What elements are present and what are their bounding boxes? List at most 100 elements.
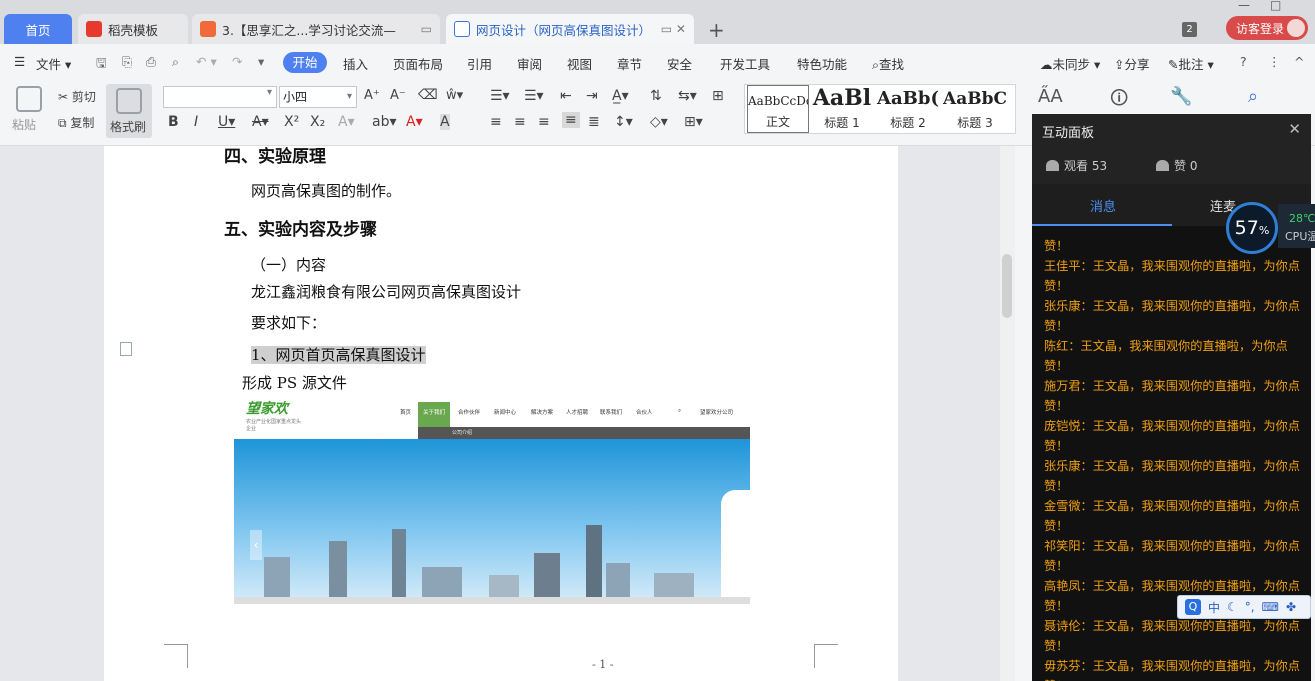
screen-icon[interactable]: ▭ ✕ <box>661 22 686 36</box>
phonetic-icon[interactable]: ŵ▾ <box>446 88 463 103</box>
vertical-scrollbar[interactable] <box>1000 146 1015 681</box>
like-count[interactable]: 赞 0 <box>1156 157 1197 174</box>
sort-icon[interactable]: ⇅ <box>650 88 662 104</box>
text-tools-icon[interactable]: A̋A <box>1038 86 1063 107</box>
paragraph-marker-icon[interactable] <box>120 342 132 356</box>
justify-icon[interactable]: ≡ <box>562 112 580 128</box>
paragraph-text[interactable]: （一）内容 <box>251 254 326 275</box>
share-button[interactable]: ⇪分享 <box>1114 54 1150 73</box>
ime-logo-icon[interactable]: Q <box>1185 599 1201 615</box>
maximize-icon[interactable]: □ <box>1270 0 1281 12</box>
border-icon[interactable]: ⊞▾ <box>684 114 703 130</box>
table-grid-icon[interactable]: ⊞ <box>712 88 724 104</box>
document-canvas[interactable]: 四、实验原理 网页高保真图的制作。 五、实验内容及步骤 （一）内容 龙江鑫润粮食… <box>0 146 1015 681</box>
menu-find[interactable]: ⌕查找 <box>872 54 904 73</box>
save-icon[interactable]: 🖫 <box>96 54 107 75</box>
doc-assistant-icon[interactable]: 🛈 <box>1110 86 1128 116</box>
italic-button[interactable]: I <box>194 114 198 130</box>
cut-button[interactable]: ✂ 剪切 <box>58 88 96 105</box>
paste-button[interactable]: 粘贴 <box>12 116 36 133</box>
heading-principle[interactable]: 四、实验原理 <box>224 142 326 167</box>
highlight-icon[interactable]: ab▾ <box>372 114 397 130</box>
menu-start[interactable]: 开始 <box>283 52 327 73</box>
format-brush-button[interactable]: 格式刷 <box>106 84 152 138</box>
find-replace-icon[interactable]: ⌕ <box>1248 86 1258 107</box>
align-left-icon[interactable]: ≡ <box>490 114 502 130</box>
export-icon[interactable]: ⎘ <box>122 54 132 70</box>
tab-messages[interactable]: 消息 <box>1090 196 1116 215</box>
font-name-select[interactable] <box>163 86 277 108</box>
cpu-usage-gauge[interactable]: 57% <box>1226 202 1278 254</box>
line-options-icon[interactable]: ⇆▾ <box>678 88 697 104</box>
style-normal[interactable]: AaBbCcDd 正文 <box>747 85 809 133</box>
more-icon[interactable]: ⋮ <box>1268 54 1281 69</box>
guest-login-button[interactable]: 访客登录 <box>1226 16 1308 40</box>
redo-icon[interactable]: ↷ <box>232 54 242 69</box>
paragraph-text[interactable]: 要求如下： <box>251 312 326 333</box>
underline-button[interactable]: U▾ <box>218 114 235 130</box>
paragraph-text[interactable]: 龙江鑫润粮食有限公司网页高保真图设计 <box>251 281 521 302</box>
menu-review[interactable]: 审阅 <box>517 54 542 73</box>
close-icon[interactable]: ✕ <box>1288 120 1301 138</box>
style-heading-1[interactable]: AaBl 标题 1 <box>811 85 873 133</box>
punctuation-icon[interactable]: °, <box>1245 600 1255 614</box>
paragraph-text[interactable]: 形成 PS 源文件 <box>242 372 347 393</box>
menu-developer[interactable]: 开发工具 <box>720 54 770 73</box>
wrench-icon[interactable]: 🔧 <box>1170 86 1192 107</box>
moon-icon[interactable]: ☾ <box>1227 600 1238 614</box>
settings-icon[interactable]: ✤ <box>1286 600 1296 614</box>
strikethrough-button[interactable]: A▾ <box>252 114 269 130</box>
shading-icon[interactable]: ◇▾ <box>650 114 668 130</box>
indent-icon[interactable]: ⇥ <box>586 88 598 104</box>
font-color-icon[interactable]: A▾ <box>406 114 423 130</box>
menu-view[interactable]: 视图 <box>567 54 592 73</box>
menu-insert[interactable]: 插入 <box>343 54 368 73</box>
style-heading-2[interactable]: AaBb(标题 2 <box>875 85 941 133</box>
sync-status[interactable]: ☁未同步 ▾ <box>1040 54 1100 73</box>
distribute-icon[interactable]: ≣ <box>588 114 600 130</box>
hamburger-icon[interactable]: ☰ <box>14 54 25 69</box>
style-heading-3[interactable]: AaBbC 标题 3 <box>943 85 1007 133</box>
website-mockup-image[interactable]: 望家欢 农业产业化国家重点龙头企业 首页 关于我们 合作伙伴 新闻中心 解决方案 … <box>234 394 750 604</box>
heading-steps[interactable]: 五、实验内容及步骤 <box>224 215 377 240</box>
menu-file[interactable]: 文件 ▾ <box>36 54 71 73</box>
outdent-icon[interactable]: ⇤ <box>560 88 572 104</box>
line-spacing-icon[interactable]: ↕▾ <box>614 114 633 130</box>
char-shading-icon[interactable]: A <box>440 114 450 130</box>
menu-special[interactable]: 特色功能 <box>797 54 847 73</box>
customize-icon[interactable]: ▾ <box>258 54 264 69</box>
scrollbar-thumb[interactable] <box>1002 254 1012 318</box>
menu-security[interactable]: 安全 <box>667 54 692 73</box>
text-direction-icon[interactable]: A̲▾ <box>612 88 629 104</box>
align-center-icon[interactable]: ≡ <box>514 114 526 130</box>
menu-references[interactable]: 引用 <box>467 54 492 73</box>
paragraph-text[interactable]: 网页高保真图的制作。 <box>251 180 401 201</box>
keyboard-icon[interactable]: ⌨ <box>1262 600 1279 614</box>
text-effect-icon[interactable]: A▾ <box>338 114 355 130</box>
bold-button[interactable]: B <box>168 114 179 130</box>
bullet-list-icon[interactable]: ☰▾ <box>490 88 510 104</box>
ime-language[interactable]: 中 <box>1208 599 1220 616</box>
screen-icon[interactable]: ▭ <box>421 22 432 36</box>
tab-active-document[interactable]: 网页设计（网页高保真图设计） ▭ ✕ <box>446 14 694 44</box>
help-icon[interactable]: ? <box>1240 54 1247 69</box>
undo-icon[interactable]: ↶ ▾ <box>196 54 217 69</box>
numbered-list-icon[interactable]: ☰▾ <box>524 88 544 104</box>
tab-docer-templates[interactable]: 稻壳模板 <box>78 14 188 44</box>
new-tab-button[interactable]: + <box>708 18 725 42</box>
menu-page-layout[interactable]: 页面布局 <box>393 54 443 73</box>
tab-presentation[interactable]: 3.【思享汇之...学习讨论交流— ▭ <box>192 14 440 44</box>
menu-chapter[interactable]: 章节 <box>617 54 642 73</box>
ime-toolbar[interactable]: Q 中 ☾ °, ⌨ ✤ <box>1177 595 1311 619</box>
align-right-icon[interactable]: ≡ <box>538 114 550 130</box>
window-count-badge[interactable]: 2 <box>1182 22 1197 37</box>
subscript-button[interactable]: X₂ <box>310 114 325 130</box>
preview-icon[interactable]: ⌕ <box>172 54 179 70</box>
copy-button[interactable]: ⧉ 复制 <box>58 114 94 131</box>
tab-home[interactable]: 首页 <box>4 14 72 44</box>
shrink-font-icon[interactable]: A⁻ <box>390 88 406 103</box>
print-icon[interactable]: ⎙ <box>146 54 156 70</box>
minimize-icon[interactable]: — <box>1238 0 1250 12</box>
annotate-button[interactable]: ✎批注 ▾ <box>1168 54 1214 73</box>
font-size-select[interactable]: 小四 <box>279 86 357 108</box>
